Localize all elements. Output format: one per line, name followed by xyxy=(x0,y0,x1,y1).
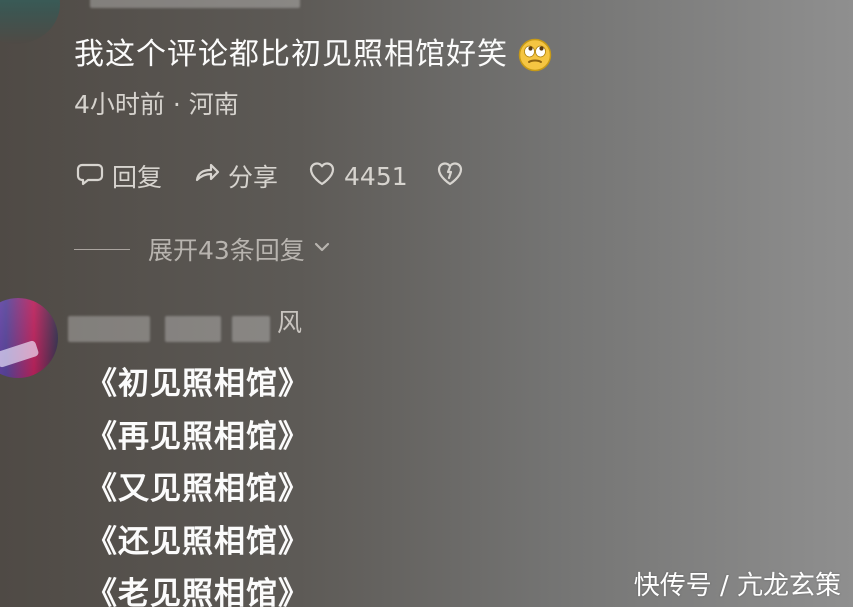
reply-label: 回复 xyxy=(112,163,163,192)
list-item: 《老见照相馆》 xyxy=(86,576,310,607)
dislike-button[interactable] xyxy=(434,157,466,195)
comment-text: 我这个评论都比初见照相馆好笑 xyxy=(74,37,508,72)
comment-actions: 回复 分享 4451 xyxy=(74,157,494,195)
list-item: 《又见照相馆》 xyxy=(86,471,310,508)
blurred-username xyxy=(68,316,150,342)
avatar[interactable] xyxy=(0,0,60,44)
like-button[interactable]: 4451 xyxy=(306,157,408,195)
share-icon xyxy=(190,157,222,195)
speech-bubble-icon xyxy=(74,157,106,195)
share-button[interactable]: 分享 xyxy=(190,157,278,195)
expand-replies-label: 展开43条回复 xyxy=(148,236,305,265)
list-item: 《还见照相馆》 xyxy=(86,523,310,560)
comment-body: 我这个评论都比初见照相馆好笑 xyxy=(74,38,552,72)
divider-line xyxy=(74,248,130,250)
like-count: 4451 xyxy=(344,161,408,191)
blurred-username xyxy=(165,316,221,342)
broken-heart-icon xyxy=(434,157,466,195)
share-label: 分享 xyxy=(228,163,279,192)
expand-replies-button[interactable]: 展开43条回复 xyxy=(148,231,333,267)
avatar[interactable] xyxy=(0,298,58,378)
reply-button[interactable]: 回复 xyxy=(74,157,162,195)
expand-replies-row[interactable]: 展开43条回复 xyxy=(74,231,333,267)
comment-screen: 我这个评论都比初见照相馆好笑 4小时前 · 河南 回复 分享 4451 展开43… xyxy=(0,0,853,607)
heart-icon xyxy=(306,157,338,195)
blurred-username xyxy=(232,316,270,342)
list-item: 《初见照相馆》 xyxy=(86,366,310,402)
eye-roll-emoji-icon xyxy=(518,38,552,72)
username-visible-suffix: 风 xyxy=(277,308,303,337)
comment-meta: 4小时前 · 河南 xyxy=(74,90,239,119)
watermark: 快传号 / 亢龙玄策 xyxy=(633,571,841,601)
chevron-down-icon xyxy=(311,235,333,264)
comment-body: 《初见照相馆》 《再见照相馆》 《又见照相馆》 《还见照相馆》 《老见照相馆》 xyxy=(86,368,310,607)
blurred-username xyxy=(90,0,300,8)
list-item: 《再见照相馆》 xyxy=(86,418,310,455)
